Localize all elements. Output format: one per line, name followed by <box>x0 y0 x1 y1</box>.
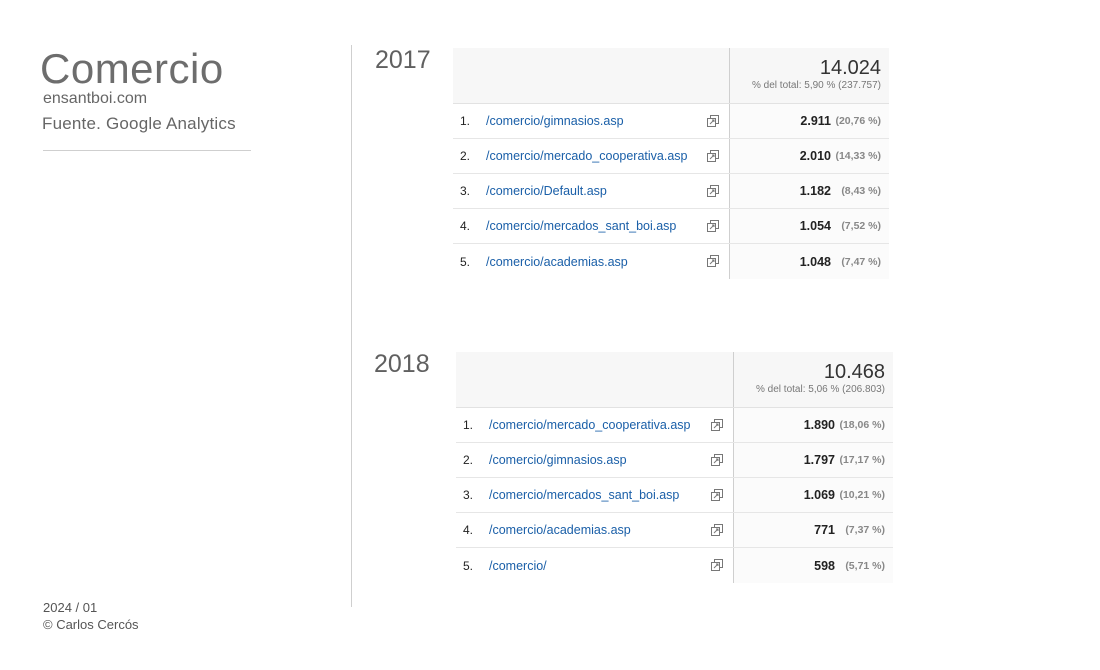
table-row: 1. /comercio/gimnasios.asp 2.911 (20,76 %) <box>453 104 889 139</box>
total-percentage: % del total: 5,90 % (237.757) <box>752 80 881 91</box>
table-row: 3. /comercio/Default.asp 1.182 (8,43 %) <box>453 174 889 209</box>
external-window-icon[interactable] <box>707 254 721 268</box>
table-row: 4. /comercio/mercados_sant_boi.asp 1.054 (… <box>453 209 889 244</box>
row-value: 598 <box>814 558 835 573</box>
external-window-icon[interactable] <box>707 149 721 163</box>
total-value: 10.468 <box>823 361 885 383</box>
row-value: 1.797 <box>803 453 835 467</box>
external-window-icon[interactable] <box>711 488 725 502</box>
table-row: 1. /comercio/mercado_cooperativa.asp 1.89… <box>456 408 893 443</box>
row-share: (7,52 %) <box>841 220 881 232</box>
row-index: 3. <box>460 184 471 198</box>
site-name: ensantboi.com <box>43 90 148 107</box>
row-index: 4. <box>463 523 474 537</box>
row-value: 1.054 <box>799 219 831 233</box>
row-value: 2.911 <box>800 114 831 128</box>
total-value: 14.024 <box>819 57 881 79</box>
table-row: 2. /comercio/mercado_cooperativa.asp 2.01… <box>453 139 889 174</box>
table-row: 5. /comercio/academias.asp 1.048 (7,47 %) <box>453 244 889 279</box>
page-link[interactable]: /comercio/gimnasios.asp <box>489 453 627 467</box>
page-link[interactable]: /comercio/mercados_sant_boi.asp <box>489 488 679 502</box>
page-link[interactable]: /comercio/academias.asp <box>486 255 628 269</box>
row-index: 2. <box>460 149 471 163</box>
external-window-icon[interactable] <box>707 219 721 233</box>
external-window-icon[interactable] <box>711 418 725 432</box>
page-title: Comercio <box>40 45 224 92</box>
table-row: 4. /comercio/academias.asp 771 (7,37 %) <box>456 513 893 548</box>
report-table-2017: 14.024 % del total: 5,90 % (237.757) 1. /… <box>453 48 889 279</box>
row-index: 3. <box>463 488 474 502</box>
rows: 1. /comercio/mercado_cooperativa.asp 1.89… <box>456 408 893 583</box>
row-index: 1. <box>463 418 474 432</box>
external-window-icon[interactable] <box>711 453 725 467</box>
data-source: Fuente. Google Analytics <box>42 114 236 133</box>
row-value: 1.069 <box>803 488 835 502</box>
page-link[interactable]: /comercio/mercados_sant_boi.asp <box>486 219 676 233</box>
table-row: 3. /comercio/mercados_sant_boi.asp 1.069 (… <box>456 478 893 513</box>
author-label: © Carlos Cercós <box>43 617 139 632</box>
row-value: 771 <box>814 523 835 537</box>
external-window-icon[interactable] <box>707 184 721 198</box>
row-share: (20,76 %) <box>835 115 881 127</box>
row-value: 2.010 <box>799 149 831 163</box>
page-link[interactable]: /comercio/gimnasios.asp <box>486 114 624 128</box>
table-row: 2. /comercio/gimnasios.asp 1.797 (17,17 %) <box>456 443 893 478</box>
page-link[interactable]: /comercio/mercado_cooperativa.asp <box>489 418 691 432</box>
page-link[interactable]: /comercio/ <box>489 559 547 573</box>
date-label: 2024 / 01 <box>43 600 98 615</box>
row-share: (10,21 %) <box>839 489 885 501</box>
report-table-2018: 10.468 % del total: 5,06 % (206.803) 1. /… <box>456 352 893 583</box>
report-header: 10.468 % del total: 5,06 % (206.803) <box>456 352 893 408</box>
table-row: 5. /comercio/ 598 (5,71 %) <box>456 548 893 583</box>
external-window-icon[interactable] <box>707 114 721 128</box>
row-share: (18,06 %) <box>839 419 885 431</box>
row-share: (7,37 %) <box>845 524 885 536</box>
row-share: (8,43 %) <box>841 185 881 197</box>
row-value: 1.890 <box>803 418 835 432</box>
year-label-2018: 2018 <box>374 350 430 378</box>
row-value: 1.182 <box>799 184 831 198</box>
total-percentage: % del total: 5,06 % (206.803) <box>756 384 885 395</box>
row-share: (7,47 %) <box>841 255 881 268</box>
sidebar: Comercio ensantboi.com Fuente. Google An… <box>0 0 352 670</box>
vertical-divider <box>351 45 352 607</box>
row-index: 5. <box>460 254 471 269</box>
row-share: (17,17 %) <box>839 454 885 466</box>
row-index: 1. <box>460 114 471 128</box>
page-link[interactable]: /comercio/mercado_cooperativa.asp <box>486 149 688 163</box>
year-label-2017: 2017 <box>375 46 431 74</box>
report-header: 14.024 % del total: 5,90 % (237.757) <box>453 48 889 104</box>
row-share: (14,33 %) <box>835 150 881 162</box>
rows: 1. /comercio/gimnasios.asp 2.911 (20,76 %)… <box>453 104 889 279</box>
row-index: 2. <box>463 453 474 467</box>
divider <box>43 150 251 151</box>
external-window-icon[interactable] <box>711 558 725 572</box>
row-index: 4. <box>460 219 471 233</box>
row-value: 1.048 <box>799 254 831 269</box>
page-link[interactable]: /comercio/Default.asp <box>486 184 607 198</box>
external-window-icon[interactable] <box>711 523 725 537</box>
row-share: (5,71 %) <box>845 559 885 572</box>
page-link[interactable]: /comercio/academias.asp <box>489 523 631 537</box>
row-index: 5. <box>463 558 474 573</box>
